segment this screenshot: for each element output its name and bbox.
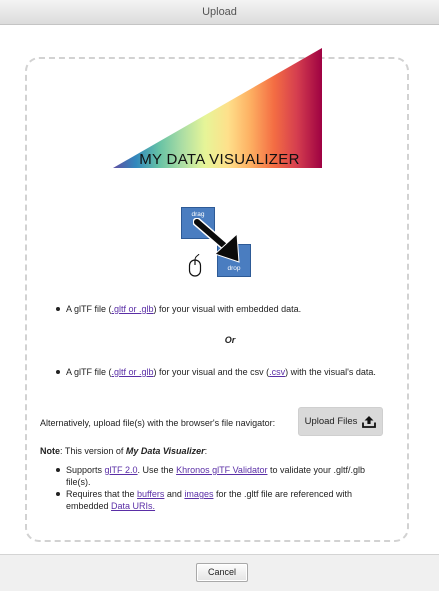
khronos-validator-link[interactable]: Khronos glTF Validator xyxy=(176,465,267,475)
note-label: Note xyxy=(40,446,60,456)
dialog-footer: Cancel xyxy=(0,554,439,591)
requirements-list: Supports glTF 2.0. Use the Khronos glTF … xyxy=(52,464,392,512)
note-prefix: : This version of xyxy=(60,446,126,456)
option1-list: A glTF file (.gltf or .glb) for your vis… xyxy=(52,303,382,315)
images-link[interactable]: images xyxy=(184,489,213,499)
option1-prefix: A glTF file ( xyxy=(66,304,112,314)
window-title: Upload xyxy=(202,6,237,18)
data-uris-link[interactable]: Data URIs. xyxy=(111,501,155,511)
req2-prefix: Requires that the xyxy=(66,489,138,499)
gltf-format-link[interactable]: .gltf or .glb xyxy=(112,304,154,314)
list-item: Supports glTF 2.0. Use the Khronos glTF … xyxy=(52,464,392,488)
option2-prefix: A glTF file ( xyxy=(66,367,112,377)
drag-label: drag xyxy=(191,211,205,218)
upload-files-label: Upload Files xyxy=(304,416,358,427)
cancel-button[interactable]: Cancel xyxy=(196,563,248,582)
option1-suffix: ) for your visual with embedded data. xyxy=(153,304,302,314)
buffers-link[interactable]: buffers xyxy=(137,489,164,499)
alternative-upload-text: Alternatively, upload file(s) with the b… xyxy=(40,418,276,428)
app-title: MY DATA VISUALIZER xyxy=(139,151,300,168)
option2-list: A glTF file (.gltf or .glb) for your vis… xyxy=(52,366,392,378)
gltf-format-link[interactable]: .gltf or .glb xyxy=(112,367,154,377)
req2-middle: and xyxy=(164,489,185,499)
note-suffix: : xyxy=(204,446,208,456)
mouse-icon xyxy=(188,254,202,277)
gltf-spec-link[interactable]: glTF 2.0 xyxy=(105,465,138,475)
window-titlebar: Upload xyxy=(0,0,439,25)
upload-icon xyxy=(362,415,377,428)
list-item: A glTF file (.gltf or .glb) for your vis… xyxy=(52,303,382,315)
csv-format-link[interactable]: .csv xyxy=(269,367,285,377)
version-note: Note: This version of My Data Visualizer… xyxy=(40,446,207,456)
option2-suffix: ) with the visual's data. xyxy=(285,367,376,377)
note-app-name: My Data Visualizer xyxy=(125,446,205,456)
req1-middle: . Use the xyxy=(137,465,177,475)
list-item: A glTF file (.gltf or .glb) for your vis… xyxy=(52,366,392,378)
option2-middle: ) for your visual and the csv ( xyxy=(153,367,270,377)
upload-files-button[interactable]: Upload Files xyxy=(298,407,383,436)
list-item: Requires that the buffers and images for… xyxy=(52,488,392,512)
cancel-label: Cancel xyxy=(207,567,236,577)
req1-prefix: Supports xyxy=(66,465,105,475)
or-separator: Or xyxy=(224,335,236,345)
